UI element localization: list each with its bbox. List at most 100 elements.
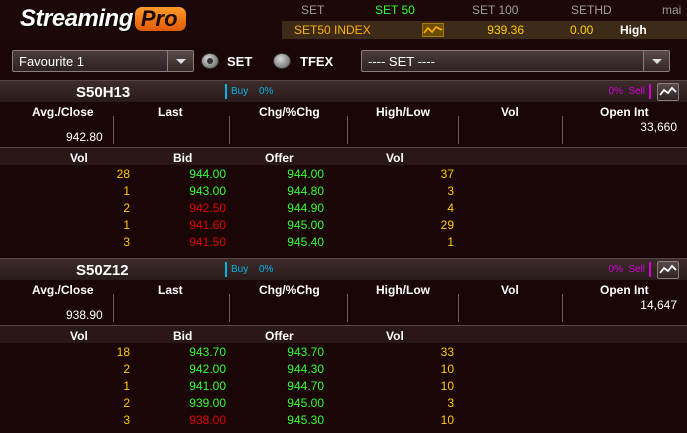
- tab-set100[interactable]: SET 100: [472, 3, 518, 17]
- top-bar: Streaming Pro SET SET 50 SET 100 SETHD m…: [0, 0, 687, 40]
- buy-label: Buy: [231, 264, 249, 275]
- bid-price[interactable]: 944.00: [160, 167, 226, 181]
- offer-price[interactable]: 944.90: [258, 201, 324, 215]
- chevron-down-icon[interactable]: [167, 51, 193, 71]
- index-high-label: High: [620, 23, 647, 37]
- col-high-low: High/Low: [376, 105, 430, 119]
- radio-set[interactable]: [201, 53, 219, 69]
- bid-price[interactable]: 938.00: [160, 413, 226, 427]
- col-high-low: High/Low: [376, 283, 430, 297]
- chevron-down-icon[interactable]: [643, 51, 669, 71]
- offer-price[interactable]: 945.30: [258, 413, 324, 427]
- order-book-rows: 18 943.70 943.70 33 2 942.00 944.30 10 1…: [0, 343, 687, 428]
- offer-price[interactable]: 945.00: [258, 396, 324, 410]
- table-row[interactable]: 1 941.00 944.70 10: [0, 377, 687, 394]
- bid-price[interactable]: 943.70: [160, 345, 226, 359]
- table-row[interactable]: 2 942.00 944.30 10: [0, 360, 687, 377]
- symbol-name[interactable]: S50H13: [76, 84, 130, 101]
- divider: [458, 116, 459, 144]
- bid-volume: 28: [116, 167, 130, 181]
- col-vol: Vol: [501, 283, 519, 297]
- market-dropdown[interactable]: ---- SET ----: [361, 50, 670, 72]
- offer-volume: 10: [440, 379, 454, 393]
- sell-percent: 0%: [608, 264, 623, 275]
- table-row[interactable]: 2 942.50 944.90 4: [0, 199, 687, 216]
- tab-set[interactable]: SET: [301, 3, 324, 17]
- table-row[interactable]: 28 944.00 944.00 37: [0, 165, 687, 182]
- chart-icon[interactable]: [657, 261, 679, 279]
- tab-mai[interactable]: mai: [662, 3, 681, 17]
- sell-label: Sell: [628, 86, 645, 97]
- table-row[interactable]: 1 943.00 944.80 3: [0, 182, 687, 199]
- index-last-value: 939.36: [487, 23, 524, 37]
- bid-price[interactable]: 943.00: [160, 184, 226, 198]
- table-row[interactable]: 18 943.70 943.70 33: [0, 343, 687, 360]
- table-row[interactable]: 2 939.00 945.00 3: [0, 394, 687, 411]
- buy-label: Buy: [231, 86, 249, 97]
- panel-info: Avg./Close Last Chg/%Chg High/Low Vol Op…: [0, 102, 687, 147]
- quote-panel-2: S50Z12 Buy 0% 0% Sell Avg./Close Last Ch…: [0, 258, 687, 433]
- tab-set50[interactable]: SET 50: [375, 3, 415, 17]
- book-col-bid: Bid: [173, 329, 193, 343]
- divider: [458, 294, 459, 322]
- quote-panel-1: S50H13 Buy 0% 0% Sell Avg./Close Last Ch…: [0, 80, 687, 256]
- bid-price[interactable]: 941.50: [160, 235, 226, 249]
- offer-price[interactable]: 943.70: [258, 345, 324, 359]
- bid-volume: 3: [123, 413, 130, 427]
- buy-marker: [225, 84, 227, 99]
- offer-price[interactable]: 945.40: [258, 235, 324, 249]
- bid-price[interactable]: 941.00: [160, 379, 226, 393]
- close-value: 942.80: [66, 130, 103, 144]
- book-col-offer-vol: Vol: [386, 151, 404, 165]
- offer-price[interactable]: 944.70: [258, 379, 324, 393]
- logo-pro-badge: Pro: [134, 6, 186, 31]
- bid-volume: 3: [123, 235, 130, 249]
- col-open-int: Open Int: [600, 283, 649, 297]
- book-col-bid-vol: Vol: [70, 329, 88, 343]
- bid-price[interactable]: 942.00: [160, 362, 226, 376]
- divider: [562, 116, 563, 144]
- col-vol: Vol: [501, 105, 519, 119]
- offer-price[interactable]: 945.00: [258, 218, 324, 232]
- streaming-pro-logo: Streaming Pro: [20, 4, 186, 34]
- radio-tfex[interactable]: [273, 53, 291, 69]
- offer-volume: 37: [440, 167, 454, 181]
- tab-sethd[interactable]: SETHD: [571, 3, 612, 17]
- bid-price[interactable]: 941.60: [160, 218, 226, 232]
- divider: [347, 294, 348, 322]
- sell-label: Sell: [628, 264, 645, 275]
- sell-marker: [649, 84, 651, 99]
- offer-price[interactable]: 944.00: [258, 167, 324, 181]
- bid-price[interactable]: 942.50: [160, 201, 226, 215]
- open-interest-value: 14,647: [640, 298, 677, 312]
- logo-text-pro: Pro: [140, 6, 178, 31]
- selector-bar: Favourite 1 SET TFEX ---- SET ----: [0, 44, 687, 76]
- offer-price[interactable]: 944.30: [258, 362, 324, 376]
- table-row[interactable]: 3 938.00 945.30 10: [0, 411, 687, 428]
- offer-price[interactable]: 944.80: [258, 184, 324, 198]
- index-tabs: SET SET 50 SET 100 SETHD mai: [280, 3, 687, 20]
- divider: [113, 294, 114, 322]
- col-chg: Chg/%Chg: [259, 105, 320, 119]
- sell-marker: [649, 262, 651, 277]
- col-avg-close: Avg./Close: [32, 105, 94, 119]
- offer-volume: 3: [447, 396, 454, 410]
- radio-set-label: SET: [227, 54, 253, 69]
- bid-volume: 2: [123, 362, 130, 376]
- table-row[interactable]: 3 941.50 945.40 1: [0, 233, 687, 250]
- col-chg: Chg/%Chg: [259, 283, 320, 297]
- favourite-dropdown[interactable]: Favourite 1: [12, 50, 194, 72]
- bid-volume: 1: [123, 379, 130, 393]
- bid-price[interactable]: 939.00: [160, 396, 226, 410]
- book-col-offer-vol: Vol: [386, 329, 404, 343]
- index-sparkline-icon[interactable]: [422, 23, 444, 37]
- symbol-name[interactable]: S50Z12: [76, 262, 129, 279]
- panel-header: S50H13 Buy 0% 0% Sell: [0, 80, 687, 102]
- chart-icon[interactable]: [657, 83, 679, 101]
- sell-percent: 0%: [608, 86, 623, 97]
- panel-info: Avg./Close Last Chg/%Chg High/Low Vol Op…: [0, 280, 687, 325]
- col-last: Last: [158, 105, 183, 119]
- radio-tfex-label: TFEX: [300, 54, 334, 69]
- table-row[interactable]: 1 941.60 945.00 29: [0, 216, 687, 233]
- panel-header: S50Z12 Buy 0% 0% Sell: [0, 258, 687, 280]
